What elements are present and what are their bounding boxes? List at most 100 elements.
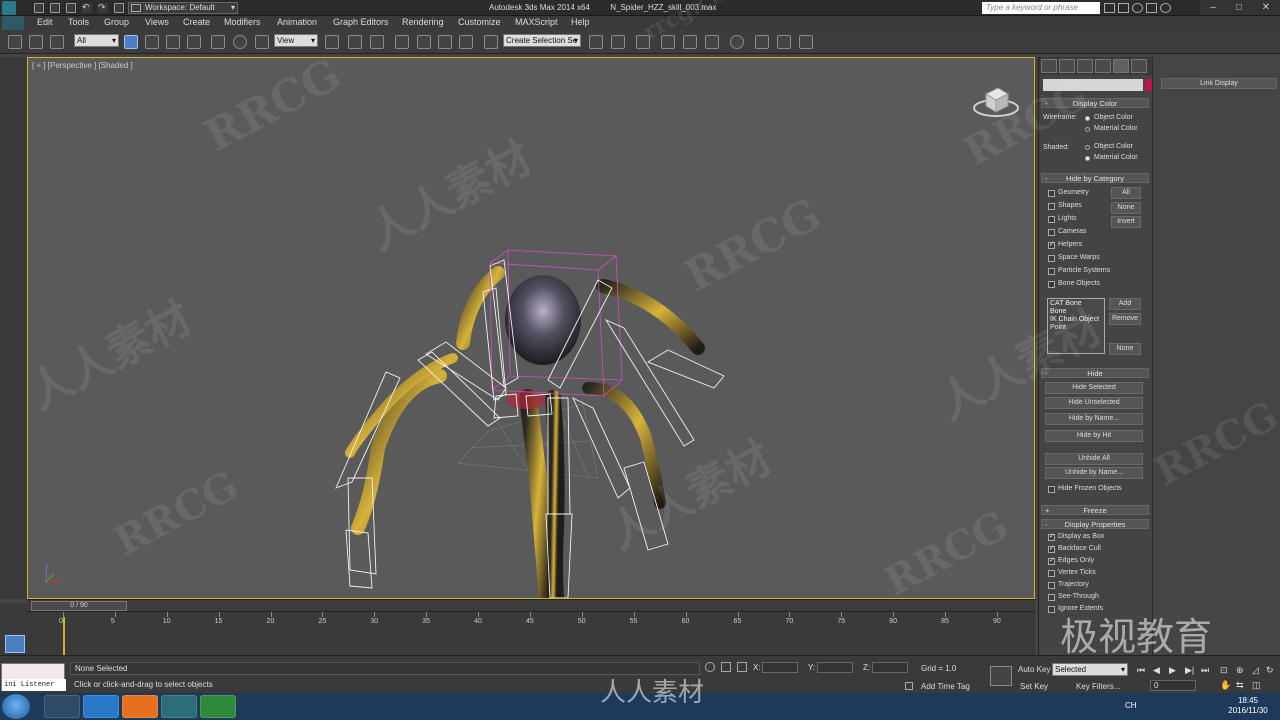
menu-graph-editors[interactable]: Graph Editors [333, 17, 389, 27]
checkbox-ignore-extents[interactable] [1048, 606, 1055, 613]
checkbox-geometry[interactable] [1048, 190, 1055, 197]
rollout-display-properties[interactable]: - Display Properties [1041, 519, 1149, 529]
key-mode-dropdown[interactable]: Selected [1052, 663, 1128, 676]
tray-language[interactable]: CH [1125, 701, 1137, 710]
project-folder-icon[interactable] [114, 3, 124, 13]
perspective-viewport[interactable]: [ + ] [Perspective ] [Shaded ] [27, 57, 1035, 599]
bone-filter-list[interactable]: CAT Bone Bone IK Chain Object Point [1047, 298, 1105, 354]
search-input[interactable]: Type a keyword or phrase [982, 2, 1100, 14]
scale-icon[interactable] [255, 35, 269, 49]
list-item[interactable]: CAT Bone [1050, 300, 1102, 308]
select-and-manipulate-icon[interactable] [348, 35, 362, 49]
walkthrough-icon[interactable]: ⇆ [1236, 680, 1244, 691]
checkbox-helpers[interactable] [1048, 240, 1055, 249]
go-to-end-icon[interactable]: ⏭ [1201, 665, 1209, 676]
window-crossing-icon[interactable] [187, 35, 201, 49]
time-slider-thumb[interactable]: 0 / 90 [31, 601, 127, 611]
checkbox-space-warps[interactable] [1048, 255, 1055, 262]
object-color-swatch[interactable] [1145, 79, 1152, 91]
rendered-frame-window-icon[interactable] [777, 35, 791, 49]
shaded-object-color-radio[interactable] [1085, 145, 1090, 150]
hide-by-name-button[interactable]: Hide by Name... [1045, 413, 1143, 425]
render-setup-icon[interactable] [755, 35, 769, 49]
layer-manager-icon[interactable] [636, 35, 650, 49]
go-to-start-icon[interactable]: ⏮ [1137, 665, 1145, 676]
isolate-selection-icon[interactable] [705, 662, 715, 672]
app-logo-icon[interactable] [2, 1, 16, 15]
workspace-dropdown[interactable]: Workspace: Default ▾ [128, 2, 238, 14]
edit-named-selection-icon[interactable] [484, 35, 498, 49]
hide-by-hit-button[interactable]: Hide by Hit [1045, 430, 1143, 442]
checkbox-backface-cull[interactable] [1048, 544, 1055, 553]
menu-rendering[interactable]: Rendering [402, 17, 444, 27]
hide-unselected-button[interactable]: Hide Unselected [1045, 397, 1143, 409]
auto-key-button[interactable]: Auto Key [1018, 665, 1050, 674]
rectangular-selection-icon[interactable] [166, 35, 180, 49]
subscription-icon[interactable] [1118, 3, 1129, 13]
communication-center-icon[interactable] [1132, 3, 1143, 13]
object-name-field[interactable] [1043, 79, 1143, 91]
hierarchy-tab-icon[interactable] [1077, 59, 1093, 73]
mini-curve-editor-icon[interactable] [5, 635, 25, 653]
orbit-icon[interactable]: ↻ [1266, 665, 1274, 676]
save-file-icon[interactable] [66, 3, 76, 13]
track-bar[interactable]: 0 5 10 15 20 25 30 35 40 45 50 55 60 65 70 75 80 85 90 [27, 611, 1035, 655]
select-object-icon[interactable] [124, 35, 138, 49]
align-icon[interactable] [611, 35, 625, 49]
set-key-mode-icon[interactable] [990, 666, 1012, 686]
filter-add-button[interactable]: Add [1109, 298, 1141, 310]
rollout-link-display[interactable]: Link Display [1161, 78, 1277, 89]
list-item[interactable]: Bone [1050, 308, 1102, 316]
key-filters-button[interactable]: Key Filters... [1076, 682, 1120, 691]
utilities-tab-icon[interactable] [1131, 59, 1147, 73]
menu-modifiers[interactable]: Modifiers [224, 17, 261, 27]
category-none-button[interactable]: None [1111, 202, 1141, 214]
material-editor-icon[interactable] [730, 35, 744, 49]
category-all-button[interactable]: All [1111, 187, 1141, 199]
checkbox-particle-systems[interactable] [1048, 268, 1055, 275]
move-icon[interactable] [211, 35, 225, 49]
snaps-toggle-icon[interactable] [395, 35, 409, 49]
next-frame-icon[interactable]: ▶| [1185, 665, 1194, 676]
shaded-material-color-radio[interactable] [1085, 156, 1090, 161]
unhide-by-name-button[interactable]: Unhide by Name... [1045, 467, 1143, 479]
binoculars-icon[interactable] [1104, 3, 1115, 13]
hide-frozen-checkbox[interactable] [1048, 486, 1055, 493]
open-file-icon[interactable] [50, 3, 60, 13]
checkbox-cameras[interactable] [1048, 229, 1055, 236]
wireframe-material-color-radio[interactable] [1085, 127, 1090, 132]
checkbox-vertex-ticks[interactable] [1048, 570, 1055, 577]
rollout-hide[interactable]: - Hide [1041, 368, 1149, 378]
system-clock[interactable]: 18:45 2016/11/30 [1219, 696, 1277, 716]
modify-tab-icon[interactable] [1059, 59, 1075, 73]
play-icon[interactable]: ▶ [1169, 665, 1176, 676]
wireframe-object-color-radio[interactable] [1085, 116, 1090, 121]
rollout-display-color[interactable]: - Display Color [1041, 98, 1149, 108]
menu-create[interactable]: Create [183, 17, 210, 27]
redo-icon[interactable]: ↷ [98, 3, 108, 13]
rollout-freeze[interactable]: + Freeze [1041, 505, 1149, 515]
menu-tools[interactable]: Tools [68, 17, 89, 27]
checkbox-shapes[interactable] [1048, 203, 1055, 210]
taskbar-app-5[interactable] [200, 695, 236, 718]
list-item[interactable]: IK Chain Object [1050, 316, 1102, 324]
taskbar-powerpoint-icon[interactable] [122, 695, 158, 718]
list-item[interactable]: Point [1050, 324, 1102, 332]
rotate-icon[interactable] [233, 35, 247, 49]
selection-filter-dropdown[interactable]: All [74, 34, 119, 47]
maximize-button[interactable]: □ [1226, 0, 1252, 15]
time-slider[interactable]: 0 / 90 [27, 599, 1035, 611]
selection-lock-icon[interactable] [721, 662, 731, 672]
menu-views[interactable]: Views [145, 17, 169, 27]
zoom-icon[interactable]: ⊕ [1236, 665, 1244, 676]
checkbox-trajectory[interactable] [1048, 582, 1055, 589]
graphite-ribbon-icon[interactable] [661, 35, 675, 49]
zoom-extents-all-icon[interactable]: ⊡ [1220, 665, 1228, 676]
category-invert-button[interactable]: Invert [1111, 216, 1141, 228]
menu-maxscript[interactable]: MAXScript [515, 17, 558, 27]
percent-snap-icon[interactable] [438, 35, 452, 49]
motion-tab-icon[interactable] [1095, 59, 1111, 73]
menu-help[interactable]: Help [571, 17, 590, 27]
maxscript-listener[interactable]: ini Listener [1, 663, 66, 691]
maximize-viewport-icon[interactable]: ◫ [1252, 680, 1261, 691]
